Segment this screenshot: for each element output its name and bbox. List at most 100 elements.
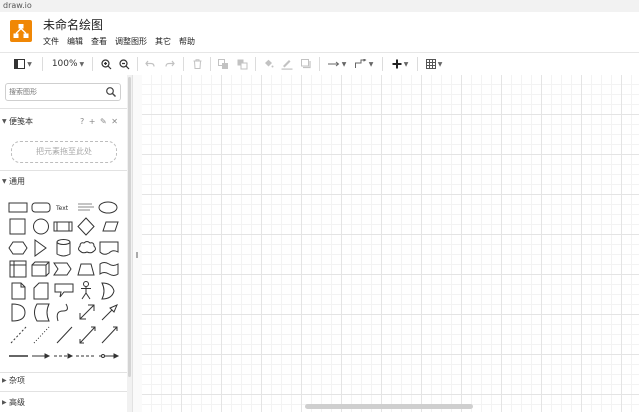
toolbar-divider [382,57,383,71]
undo-button[interactable] [143,56,157,72]
shape-dashed-arrow[interactable] [54,353,74,359]
menu-edit[interactable]: 编辑 [67,36,83,47]
shape-bidirectional-arrow[interactable] [79,304,95,320]
sidebar-scroll-thumb[interactable] [128,77,131,377]
format-panel-button[interactable]: ▼ [12,56,34,72]
shape-tape[interactable] [99,262,119,276]
shape-square[interactable] [9,218,26,235]
shape-card[interactable] [33,282,49,300]
shadow-button[interactable] [299,56,313,72]
app-header: 未命名绘图 文件 编辑 查看 调整图形 其它 帮助 [0,12,639,52]
shape-text[interactable]: Text [55,205,69,212]
table-button[interactable]: ▼ [423,56,445,72]
menu-arrange[interactable]: 调整图形 [115,36,147,47]
shape-search-input[interactable] [9,85,103,98]
shape-association-connector[interactable] [99,353,120,359]
shadow-icon [300,59,311,69]
toolbar-divider [319,57,320,71]
shape-triangle[interactable] [34,239,47,257]
window-titlebar: draw.io [0,0,639,12]
chevron-right-icon: ▶ [2,399,7,406]
shape-note[interactable] [11,282,26,300]
scratchpad-header[interactable]: ▼ 便笺本 ? + ✎ ✕ [0,115,127,129]
splitter-handle-icon[interactable] [136,252,138,258]
chevron-down-icon: ▼ [368,60,374,68]
scratchpad-dropzone[interactable]: 把元素拖至此处 [11,141,117,163]
toolbar-divider [255,57,256,71]
menu-bar: 文件 编辑 查看 调整图形 其它 帮助 [43,36,203,47]
shape-callout[interactable] [54,283,74,298]
zoom-out-button[interactable] [117,56,131,72]
shape-bidirectional-connector[interactable] [79,326,96,344]
shape-dotted-line[interactable] [33,326,50,344]
diagram-canvas[interactable] [142,75,639,412]
insert-button[interactable]: ▼ [389,56,411,72]
divider [0,391,127,392]
shape-trapezoid[interactable] [77,263,95,276]
document-title[interactable]: 未命名绘图 [43,16,103,33]
zoom-in-icon [100,58,111,69]
bring-to-front-icon [217,58,228,69]
shape-process[interactable] [53,221,73,232]
scratchpad-label: 便笺本 [9,117,33,126]
shape-cloud[interactable] [78,241,96,254]
shape-data-storage[interactable] [34,303,50,322]
shape-rounded-rectangle[interactable] [31,202,51,213]
shape-cylinder[interactable] [56,239,71,257]
shape-cube[interactable] [31,261,50,277]
scratchpad-tools[interactable]: ? + ✎ ✕ [80,115,119,129]
shape-circle[interactable] [33,218,49,235]
shape-actor[interactable] [81,281,91,300]
menu-help[interactable]: 帮助 [179,36,195,47]
shape-ellipse[interactable] [98,201,118,214]
shapes-sidebar: ▼ 便笺本 ? + ✎ ✕ 把元素拖至此处 ▼ 通用 Text [0,75,132,412]
chevron-down-icon: ▼ [403,60,409,68]
search-icon[interactable] [105,86,117,98]
shape-arrow[interactable] [101,304,118,321]
shape-dashed-line[interactable] [10,326,27,344]
waypoints-button[interactable]: ▼ [353,56,375,72]
to-back-button[interactable] [235,56,249,72]
shape-arrow-connector[interactable] [32,353,51,359]
shape-or[interactable] [101,282,115,300]
line-color-button[interactable] [280,56,294,72]
redo-button[interactable] [163,56,177,72]
canvas-horizontal-scrollbar[interactable] [305,404,473,409]
shape-hexagon[interactable] [8,241,28,255]
shape-directional-connector[interactable] [101,326,118,344]
trash-icon [193,59,201,69]
panel-toggle-icon [14,59,26,69]
to-front-button[interactable] [216,56,230,72]
shape-internal-storage[interactable] [9,260,27,278]
toolbar: ▼ 100% ▼ ▼ ▼ ▼ ▼ [0,52,639,76]
drawio-logo-icon[interactable] [10,20,32,42]
fill-color-button[interactable] [261,56,275,72]
zoom-out-icon [118,58,129,69]
zoom-dropdown[interactable]: 100% ▼ [50,56,86,72]
shape-delay[interactable] [11,303,26,322]
shape-curve[interactable] [56,303,68,322]
shape-rectangle[interactable] [8,202,28,213]
toolbar-divider [417,57,418,71]
shape-diamond[interactable] [77,217,95,236]
shape-document[interactable] [99,241,119,255]
shape-line[interactable] [56,326,73,344]
straight-arrow-icon [327,61,339,67]
divider [0,170,127,171]
menu-file[interactable]: 文件 [43,36,59,47]
delete-button[interactable] [190,56,204,72]
shape-search-box [5,83,121,101]
shape-textbox[interactable] [78,203,94,211]
table-icon [425,59,436,69]
zoom-in-button[interactable] [99,56,113,72]
menu-view[interactable]: 查看 [91,36,107,47]
general-section-header[interactable]: ▼ 通用 [0,175,127,189]
menu-extras[interactable]: 其它 [155,36,171,47]
shape-parallelogram[interactable] [102,221,119,232]
shape-step[interactable] [53,262,72,276]
connection-style-button[interactable]: ▼ [326,56,348,72]
misc-section-header[interactable]: ▶ 杂项 [0,374,127,388]
advanced-section-header[interactable]: ▶ 高级 [0,396,127,410]
chevron-down-icon: ▼ [2,178,7,185]
general-label: 通用 [9,177,25,186]
